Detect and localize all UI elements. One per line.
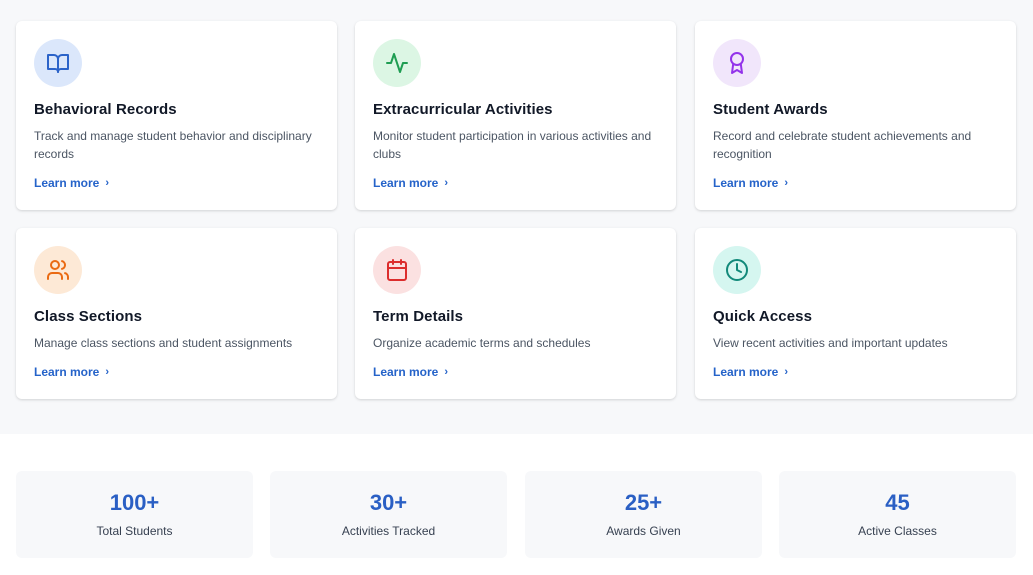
chevron-right-icon: › [784,366,789,378]
learn-more-label: Learn more [34,176,100,190]
feature-description: Record and celebrate student achievement… [713,129,972,161]
stat-label: Total Students [96,524,173,538]
feature-description: Monitor student participation in various… [373,129,652,161]
feature-card-quick-access: Quick Access View recent activities and … [695,228,1016,399]
learn-more-link[interactable]: Learn more › [713,365,788,379]
chevron-right-icon: › [105,177,110,189]
stat-value: 100+ [109,490,160,515]
stat-active-classes: 45 Active Classes [779,471,1016,558]
stat-activities-tracked: 30+ Activities Tracked [270,471,507,558]
feature-card-student-awards: Student Awards Record and celebrate stud… [695,21,1016,210]
feature-card-extracurricular-activities: Extracurricular Activities Monitor stude… [355,21,676,210]
feature-icon-wrapper [34,246,82,294]
learn-more-label: Learn more [373,365,439,379]
award-icon [730,52,744,74]
features-section: Behavioral Records Track and manage stud… [0,0,1033,434]
feature-title: Student Awards [713,101,828,118]
feature-description: View recent activities and important upd… [713,336,948,350]
feature-title: Class Sections [34,308,143,325]
feature-title: Term Details [373,308,464,325]
stat-label: Active Classes [858,524,937,538]
feature-title: Behavioral Records [34,101,177,118]
learn-more-label: Learn more [713,176,779,190]
clock-icon [726,259,748,281]
feature-icon-wrapper [373,246,421,294]
chevron-right-icon: › [444,366,449,378]
stat-awards-given: 25+ Awards Given [525,471,762,558]
learn-more-link[interactable]: Learn more › [713,176,788,190]
feature-card-term-details: Term Details Organize academic terms and… [355,228,676,399]
feature-icon-wrapper [373,39,421,87]
learn-more-label: Learn more [373,176,439,190]
feature-description: Organize academic terms and schedules [373,336,591,350]
learn-more-label: Learn more [713,365,779,379]
stat-label: Activities Tracked [341,524,436,538]
learn-more-link[interactable]: Learn more › [373,365,448,379]
chevron-right-icon: › [444,177,449,189]
chevron-right-icon: › [784,177,789,189]
stat-total-students: 100+ Total Students [16,471,253,558]
book-open-icon [47,54,69,73]
activity-pulse-icon [386,53,408,73]
feature-icon-wrapper [34,39,82,87]
feature-description: Track and manage student behavior and di… [34,129,312,161]
stat-value: 45 [885,490,910,515]
calendar-icon [387,259,407,281]
stat-value: 25+ [624,490,663,515]
feature-title: Extracurricular Activities [373,101,553,118]
users-icon [47,260,69,280]
feature-card-behavioral-records: Behavioral Records Track and manage stud… [16,21,337,210]
feature-icon-wrapper [713,246,761,294]
feature-title: Quick Access [713,308,813,325]
stat-value: 30+ [369,490,408,515]
learn-more-label: Learn more [34,365,100,379]
learn-more-link[interactable]: Learn more › [34,365,109,379]
learn-more-link[interactable]: Learn more › [34,176,109,190]
stat-label: Awards Given [606,524,681,538]
chevron-right-icon: › [105,366,110,378]
feature-card-class-sections: Class Sections Manage class sections and… [16,228,337,399]
feature-description: Manage class sections and student assign… [34,336,293,350]
feature-icon-wrapper [713,39,761,87]
learn-more-link[interactable]: Learn more › [373,176,448,190]
